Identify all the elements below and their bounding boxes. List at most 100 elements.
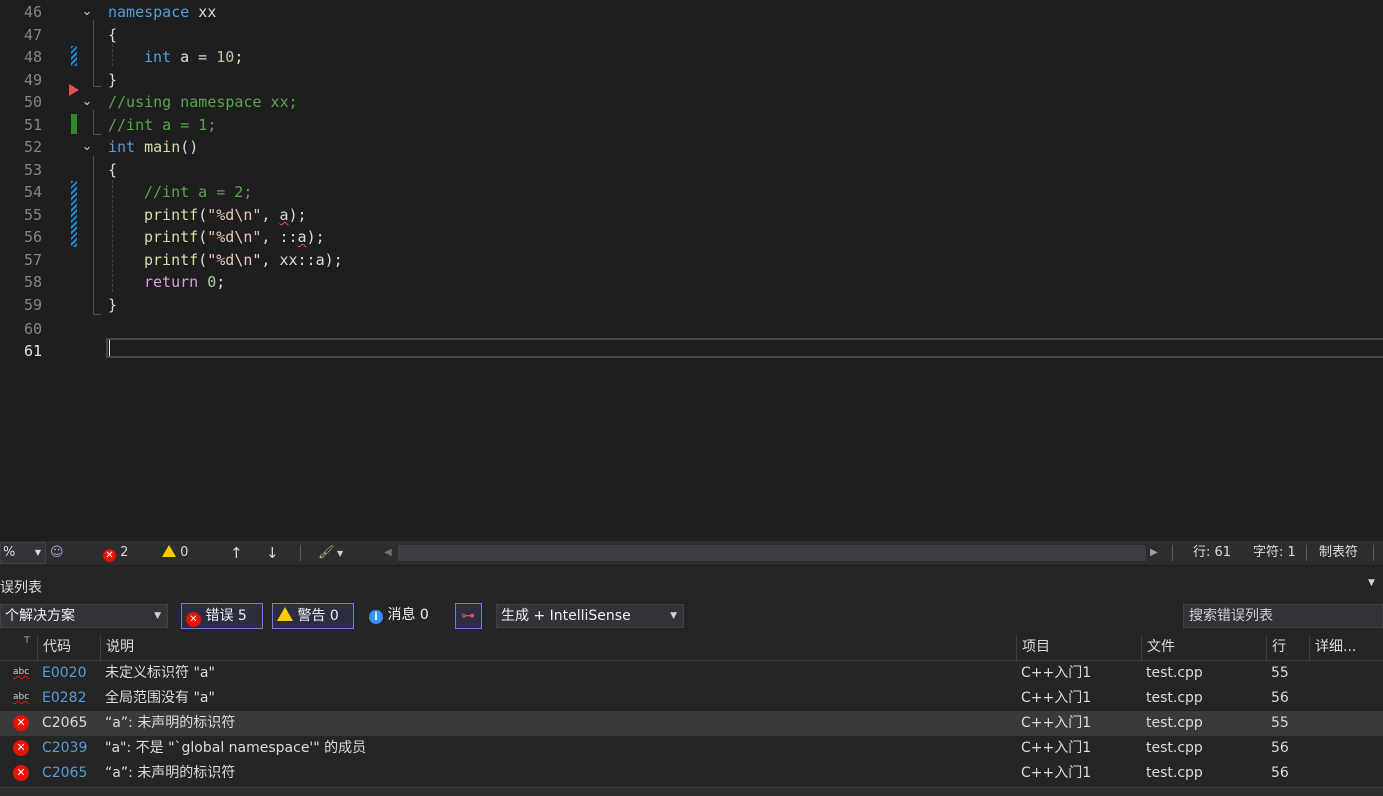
copilot-icon[interactable]: ☺	[50, 541, 64, 565]
error-description: "a": 不是 "`global namespace'" 的成员	[105, 740, 367, 756]
arrow-down-icon[interactable]: ↓	[266, 541, 279, 565]
error-code-link[interactable]: C2065	[42, 711, 87, 736]
fold-guide	[93, 20, 94, 86]
line-number: 49	[23, 71, 42, 89]
column-header-description[interactable]: 说明	[100, 635, 1016, 660]
line-number: 58	[23, 273, 42, 291]
fold-guide	[93, 86, 101, 87]
code-comment: //int a = 2;	[144, 183, 253, 201]
code-text: {	[108, 161, 118, 179]
line-number: 53	[23, 161, 42, 179]
line-number: 59	[23, 296, 42, 314]
error-code-link[interactable]: C2065	[42, 761, 87, 786]
warnings-filter-button[interactable]: 警告 0	[272, 603, 354, 629]
error-list-search-input[interactable]: 搜索错误列表	[1183, 604, 1383, 628]
code-line[interactable]: 52	[0, 136, 1383, 158]
info-icon: i	[369, 610, 383, 624]
arrow-up-icon[interactable]: ↑	[230, 541, 243, 565]
line-number: 57	[23, 251, 42, 269]
error-file: test.cpp	[1146, 765, 1203, 781]
fold-guide	[93, 134, 101, 135]
code-text: int main()	[108, 138, 199, 156]
scope-dropdown[interactable]: 个解决方案 ▼	[0, 604, 168, 628]
code-text: printf("%d\n", a);	[144, 206, 307, 224]
error-project: C++入门1	[1021, 690, 1092, 706]
scroll-right-icon[interactable]: ▶	[1150, 541, 1158, 565]
zoom-dropdown[interactable]: % ▼	[0, 542, 46, 564]
editor-status-bar: % ▼ ☺ ✕ 2 0 ↑ ↓ 🖌 ▼ ◀ ▶ 行: 61 字符: 1 制表符	[0, 541, 1383, 565]
tabs-indicator[interactable]: 制表符	[1319, 541, 1358, 565]
horizontal-scrollbar[interactable]	[398, 545, 1146, 561]
code-line[interactable]: 59	[0, 294, 1383, 316]
error-icon: ✕	[13, 740, 29, 756]
fold-toggle-icon[interactable]: ⌄	[80, 95, 94, 109]
line-number: 56	[23, 228, 42, 246]
fold-toggle-icon[interactable]: ⌄	[80, 5, 94, 19]
scroll-left-icon[interactable]: ◀	[384, 541, 392, 565]
column-header-details[interactable]: 详细...	[1309, 635, 1373, 660]
separator	[1373, 545, 1374, 561]
fold-toggle-icon[interactable]: ⌄	[80, 140, 94, 154]
filter-options-icon[interactable]: ⊶	[455, 603, 482, 629]
code-line[interactable]: 60	[0, 318, 1383, 340]
line-number: 48	[23, 48, 42, 66]
error-file: test.cpp	[1146, 715, 1203, 731]
indent-guide	[112, 44, 113, 66]
panel-title: 误列表	[0, 580, 42, 596]
table-row-selected[interactable]: ✕ C2065 “a”: 未声明的标识符 C++入门1 test.cpp 55	[0, 711, 1383, 736]
separator	[1172, 545, 1173, 561]
column-header-icon[interactable]: ⊤	[0, 635, 37, 660]
column-header-code[interactable]: 代码	[37, 635, 100, 660]
error-project: C++入门1	[1021, 765, 1092, 781]
warning-icon	[162, 545, 176, 557]
intellisense-error-icon: abc	[13, 667, 30, 677]
error-line: 55	[1271, 715, 1289, 731]
cleanup-brush-icon[interactable]: 🖌 ▼	[318, 541, 343, 565]
table-row[interactable]: abc E0020 未定义标识符 "a" C++入门1 test.cpp 55	[0, 661, 1383, 686]
code-text: printf("%d\n", ::a);	[144, 228, 325, 246]
error-description: 未定义标识符 "a"	[105, 665, 215, 681]
error-code-link[interactable]: E0020	[42, 661, 86, 686]
code-line[interactable]: 47	[0, 24, 1383, 46]
column-header-line[interactable]: 行	[1266, 635, 1309, 660]
errors-filter-button[interactable]: ✕ 错误 5	[181, 603, 263, 629]
error-file: test.cpp	[1146, 665, 1203, 681]
error-project: C++入门1	[1021, 715, 1092, 731]
error-squiggle: a	[279, 206, 289, 224]
error-count[interactable]: ✕ 2	[103, 541, 128, 565]
error-code-link[interactable]: C2039	[42, 736, 87, 761]
line-number: 61	[23, 342, 42, 360]
build-filter-dropdown[interactable]: 生成 + IntelliSense ▼	[496, 604, 684, 628]
error-line: 56	[1271, 690, 1289, 706]
warning-count[interactable]: 0	[162, 541, 188, 565]
code-text: printf("%d\n", xx::a);	[144, 251, 343, 269]
error-file: test.cpp	[1146, 740, 1203, 756]
code-comment: //int a = 1;	[108, 116, 217, 134]
error-table-header: ⊤ 代码 说明 项目 文件 行 详细...	[0, 635, 1383, 661]
error-squiggle: a	[297, 228, 307, 246]
column-header-project[interactable]: 项目	[1016, 635, 1141, 660]
messages-filter-button[interactable]: i 消息 0	[365, 603, 445, 629]
code-text: }	[108, 71, 118, 89]
code-comment: //using namespace xx;	[108, 93, 298, 111]
column-header-file[interactable]: 文件	[1141, 635, 1266, 660]
panel-options-chevron-down-icon[interactable]: ▼	[1368, 578, 1375, 588]
column-indicator[interactable]: 字符: 1	[1253, 541, 1296, 565]
table-row[interactable]: ✕ C2039 "a": 不是 "`global namespace'" 的成员…	[0, 736, 1383, 761]
fold-guide	[93, 110, 94, 134]
table-row[interactable]: abc E0282 全局范围没有 "a" C++入门1 test.cpp 56	[0, 686, 1383, 711]
saved-change-marker	[71, 114, 77, 134]
code-line[interactable]: 49	[0, 69, 1383, 91]
text-caret	[109, 340, 110, 356]
table-row[interactable]: ✕ C2065 “a”: 未声明的标识符 C++入门1 test.cpp 56	[0, 761, 1383, 786]
code-line[interactable]: 53	[0, 159, 1383, 181]
next-statement-arrow-icon	[69, 84, 79, 96]
line-number: 51	[23, 116, 42, 134]
error-description: “a”: 未声明的标识符	[105, 715, 236, 731]
error-code-link[interactable]: E0282	[42, 686, 86, 711]
error-project: C++入门1	[1021, 665, 1092, 681]
code-editor[interactable]: 46 47 48 49 50 51 52 53 54 55 56 57 58 5…	[0, 0, 1383, 540]
line-number: 55	[23, 206, 42, 224]
line-indicator[interactable]: 行: 61	[1193, 541, 1231, 565]
line-number: 54	[23, 183, 42, 201]
